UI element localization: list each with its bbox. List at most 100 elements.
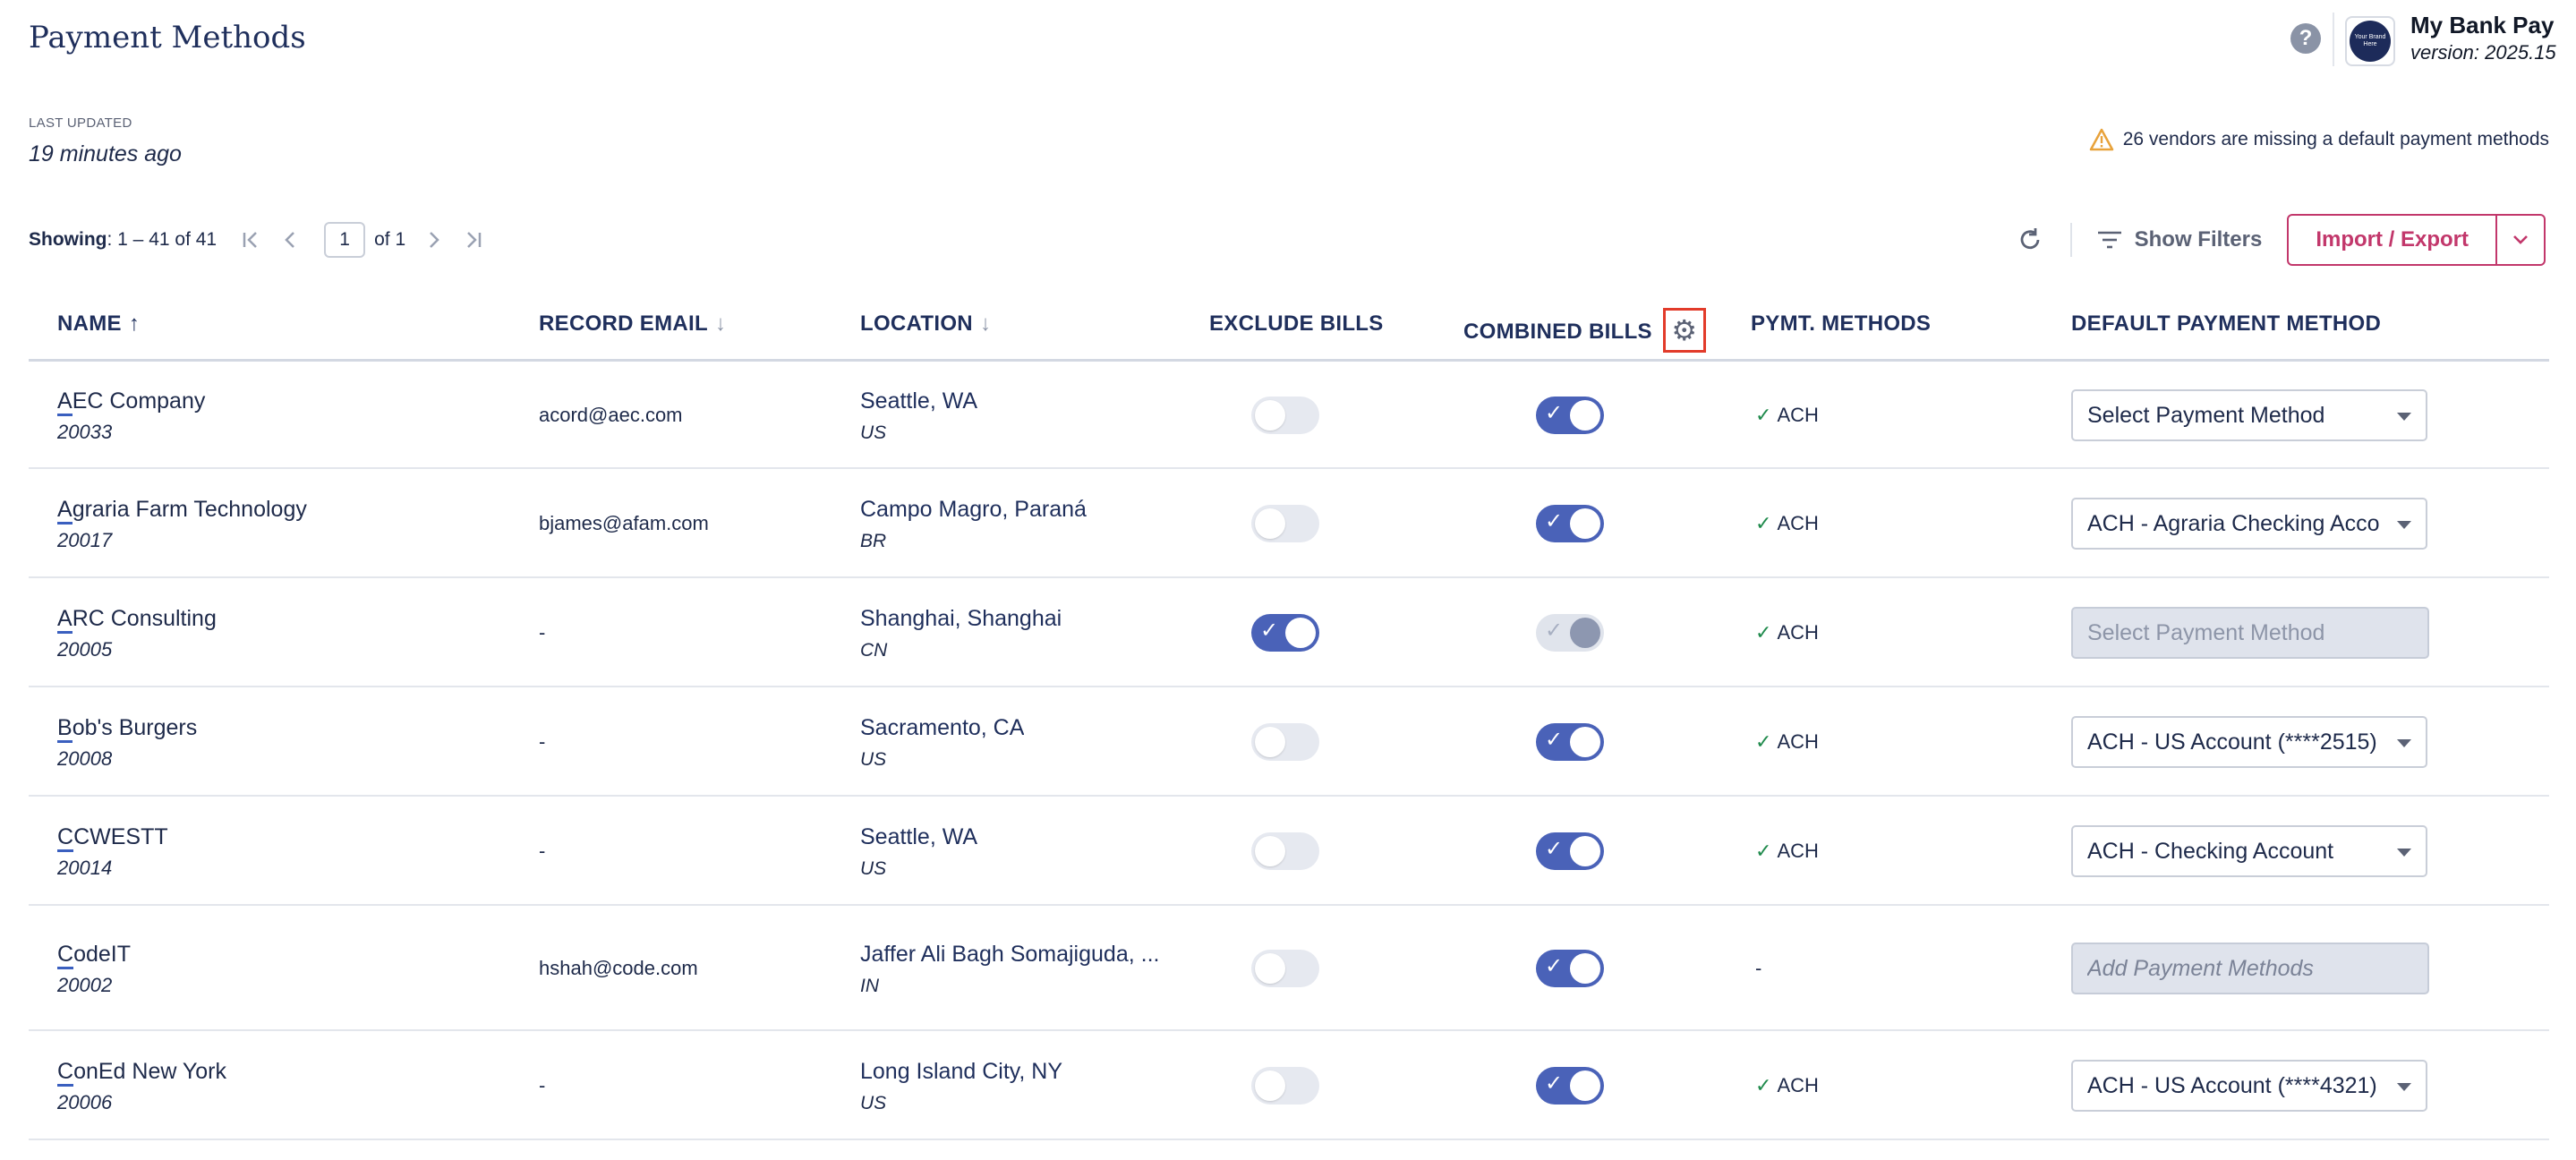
vendor-name[interactable]: ARC Consulting [57, 606, 217, 634]
next-page-icon[interactable] [427, 229, 441, 251]
vendor-name[interactable]: CodeIT [57, 942, 131, 969]
record-email: - [539, 1074, 546, 1096]
default-payment-method-select[interactable]: ACH - Agraria Checking Acco [2071, 498, 2427, 550]
vendor-name[interactable]: Bob's Burgers [57, 715, 197, 743]
default-payment-method-select[interactable]: ACH - Checking Account [2071, 825, 2427, 877]
exclude-bills-toggle[interactable] [1251, 832, 1319, 870]
default-payment-method-select[interactable]: Add Payment Methods [2071, 942, 2429, 994]
column-header-pymt-methods: PYMT. METHODS [1751, 311, 1931, 337]
location-country: US [860, 1093, 887, 1113]
vendor-id: 20017 [57, 529, 113, 551]
vendor-name-rest: RC Consulting [72, 606, 217, 631]
pagination: Showing : 1 – 41 of 41 of 1 [29, 220, 482, 260]
location-city: Seattle, WA [860, 824, 978, 849]
vendor-id: 20014 [57, 857, 113, 879]
combined-bills-toggle[interactable]: ✓ [1536, 505, 1604, 542]
first-page-icon[interactable] [242, 229, 261, 251]
combined-bills-toggle[interactable]: ✓ [1536, 397, 1604, 434]
app-version: version: 2025.15 [2410, 41, 2556, 64]
check-icon: ✓ [1545, 954, 1564, 978]
location-country: BR [860, 531, 887, 551]
show-filters-button[interactable]: Show Filters [2097, 227, 2263, 252]
caret-down-icon [2397, 413, 2411, 421]
last-updated-value: 19 minutes ago [29, 141, 182, 166]
import-export-dropdown[interactable] [2497, 214, 2546, 266]
default-payment-method-select: Select Payment Method [2071, 607, 2429, 659]
payment-method-label: ACH [1777, 512, 1819, 534]
table-row: CCWESTT 20014- Seattle, WA US ✓ ✓ ACH ACH - Che… [29, 797, 2549, 906]
check-icon: ✓ [1755, 1074, 1772, 1096]
vendor-id: 20002 [57, 974, 113, 996]
toggle-knob [1255, 836, 1285, 866]
column-header-record-email[interactable]: RECORD EMAIL ↓ [539, 311, 726, 337]
app-name: My Bank Pay [2410, 12, 2555, 38]
exclude-bills-toggle[interactable] [1251, 950, 1319, 987]
column-location-label: LOCATION [860, 311, 973, 336]
combined-bills-settings-button[interactable]: ⚙ [1662, 308, 1706, 353]
location-country: US [860, 858, 887, 879]
page-number-input[interactable] [324, 222, 366, 258]
refresh-icon[interactable] [2015, 225, 2045, 255]
record-email: - [539, 840, 546, 862]
exclude-bills-toggle[interactable] [1251, 505, 1319, 542]
table-body: AEC Company 20033 acord@aec.com Seattle, WA… [29, 362, 2549, 1140]
table-row: Bob's Burgers 20008- Sacramento, CA US ✓ ✓ ACH… [29, 687, 2549, 797]
vendor-name[interactable]: CCWESTT [57, 824, 168, 852]
vendor-id: 20006 [57, 1091, 113, 1113]
toggle-knob [1570, 618, 1600, 648]
combined-bills-toggle[interactable]: ✓ [1536, 950, 1604, 987]
vendor-id: 20033 [57, 421, 113, 443]
combined-bills-toggle[interactable]: ✓ [1536, 1067, 1604, 1105]
default-payment-method-select[interactable]: Select Payment Method [2071, 389, 2427, 441]
exclude-bills-toggle[interactable] [1251, 1067, 1319, 1105]
column-header-name[interactable]: NAME ↑ [57, 311, 140, 337]
column-combined-label: COMBINED BILLS [1463, 320, 1652, 344]
filter-icon [2097, 231, 2121, 249]
record-email: bjames@afam.com [539, 512, 709, 534]
last-page-icon[interactable] [463, 229, 482, 251]
caret-down-icon [2397, 1083, 2411, 1091]
check-icon: ✓ [1545, 1071, 1564, 1096]
column-header-location[interactable]: LOCATION ↓ [860, 311, 991, 337]
combined-bills-toggle[interactable]: ✓ [1536, 832, 1604, 870]
prev-page-icon[interactable] [283, 229, 297, 251]
import-export-button[interactable]: Import / Export [2287, 214, 2497, 266]
vendor-name[interactable]: Agraria Farm Technology [57, 497, 307, 525]
record-email: acord@aec.com [539, 404, 683, 426]
vendor-name-initial: B [57, 715, 73, 743]
record-email: hshah@code.com [539, 957, 698, 979]
payment-methods-list: ✓ ACH [1755, 404, 1819, 427]
show-filters-label: Show Filters [2134, 227, 2263, 252]
location-city: Shanghai, Shanghai [860, 606, 1062, 631]
vendor-name[interactable]: ConEd New York [57, 1059, 227, 1087]
vendor-name-rest: onEd New York [73, 1059, 227, 1084]
location-city: Long Island City, NY [860, 1059, 1063, 1084]
default-payment-method-select[interactable]: ACH - US Account (****2515) [2071, 716, 2427, 768]
check-icon: ✓ [1545, 837, 1564, 861]
showing-value: : 1 – 41 of 41 [107, 229, 218, 250]
exclude-bills-toggle[interactable] [1251, 397, 1319, 434]
default-payment-method-value: Select Payment Method [2087, 402, 2325, 428]
check-icon: ✓ [1545, 618, 1564, 643]
toggle-knob [1570, 836, 1600, 866]
default-payment-method-value: ACH - Checking Account [2087, 838, 2334, 864]
location-city: Seattle, WA [860, 388, 978, 414]
toggle-knob [1570, 400, 1600, 431]
combined-bills-toggle[interactable]: ✓ [1536, 723, 1604, 761]
toggle-knob [1570, 508, 1600, 539]
sort-descending-icon: ↓ [979, 311, 992, 336]
vendor-name[interactable]: AEC Company [57, 388, 205, 416]
default-payment-method-select[interactable]: ACH - US Account (****4321) [2071, 1060, 2427, 1112]
payment-method-label: ACH [1777, 840, 1819, 862]
help-icon[interactable]: ? [2290, 23, 2321, 54]
toggle-knob [1255, 1070, 1285, 1101]
exclude-bills-toggle[interactable] [1251, 723, 1319, 761]
table-row: ARC Consulting 20005 - Shanghai, Shanghai CN… [29, 578, 2549, 687]
chevron-down-icon [2513, 235, 2528, 244]
table-row: Agraria Farm Technology 20017 bjames@afam.… [29, 469, 2549, 578]
exclude-bills-toggle[interactable]: ✓ [1251, 614, 1319, 652]
check-icon: ✓ [1545, 728, 1564, 752]
payment-methods-list: ✓ ACH [1755, 621, 1819, 644]
check-icon: ✓ [1755, 730, 1772, 753]
record-email: - [539, 730, 546, 753]
